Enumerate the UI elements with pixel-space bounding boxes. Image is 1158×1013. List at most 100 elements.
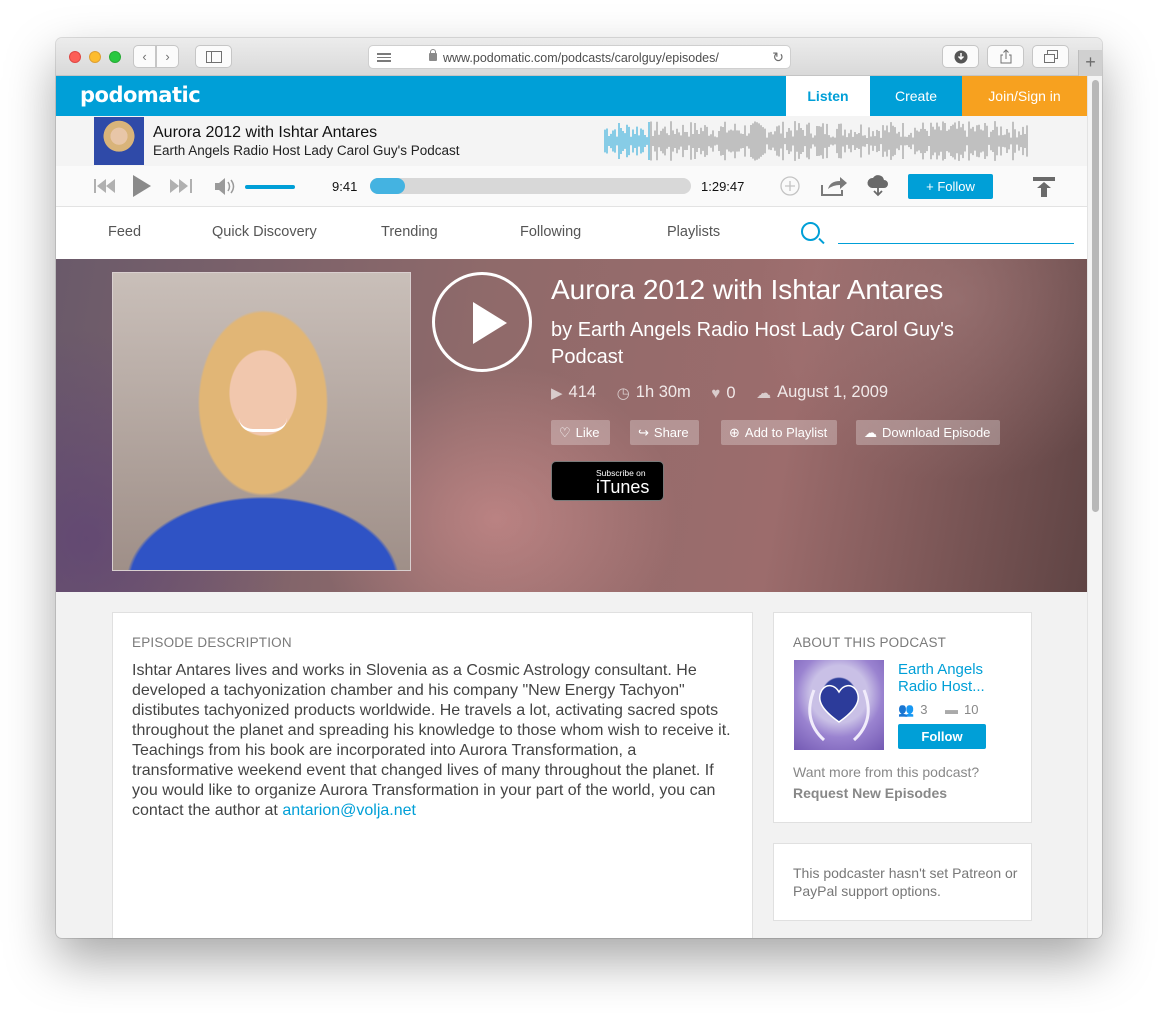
episode-byline: by Earth Angels Radio Host Lady Carol Gu…	[551, 317, 991, 371]
share-icon	[1000, 49, 1011, 64]
podcast-stats: 👥 3 ▬ 10	[898, 702, 979, 718]
nav-trending[interactable]: Trending	[381, 224, 438, 240]
follow-button[interactable]: + Follow	[908, 174, 993, 199]
nav-quick-discovery[interactable]: Quick Discovery	[212, 224, 317, 240]
now-playing-title[interactable]: Aurora 2012 with Ishtar Antares	[153, 124, 377, 142]
player-controls: 9:41 1:29:47 + Follow	[56, 166, 1087, 207]
play-count: 414	[568, 383, 597, 401]
lock-icon	[429, 49, 437, 61]
tab-create[interactable]: Create	[870, 76, 962, 116]
podcast-artwork[interactable]	[794, 660, 884, 750]
progress-fill	[370, 178, 405, 194]
episode-description-card: EPISODE DESCRIPTION Ishtar Antares lives…	[112, 612, 753, 938]
back-button[interactable]: ‹	[133, 45, 156, 68]
tabs-overview-button[interactable]	[1032, 45, 1069, 68]
nav-feed[interactable]: Feed	[108, 224, 141, 240]
about-heading: ABOUT THIS PODCAST	[793, 635, 947, 650]
like-count: 0	[726, 383, 736, 402]
secondary-nav: Feed Quick Discovery Trending Following …	[56, 207, 1087, 259]
cloud-icon: ☁	[756, 384, 772, 402]
tab-listen[interactable]: Listen	[786, 76, 870, 116]
join-signin-button[interactable]: Join/Sign in	[962, 76, 1087, 116]
about-podcast-card: ABOUT THIS PODCAST Earth Angels Radio Ho…	[773, 612, 1032, 823]
episode-hero: Aurora 2012 with Ishtar Antares by Earth…	[56, 259, 1087, 592]
podcast-link[interactable]: Earth Angels Radio Host Lady Carol Guy's…	[551, 319, 954, 368]
new-tab-button[interactable]: +	[1078, 50, 1102, 76]
podomatic-logo[interactable]: podomatic	[80, 83, 201, 107]
followers-icon: 👥	[898, 702, 915, 717]
reload-icon[interactable]: ↻	[772, 49, 784, 66]
share-episode-button[interactable]: ↪ Share	[630, 420, 699, 445]
volume-icon[interactable]	[214, 177, 236, 196]
downloads-button[interactable]	[942, 45, 979, 68]
add-to-playlist-button[interactable]: ⊕ Add to Playlist	[721, 420, 838, 445]
byline-prefix: by	[551, 319, 573, 341]
current-time: 9:41	[332, 179, 358, 194]
chevron-right-icon: ›	[165, 49, 170, 64]
download-icon	[954, 50, 967, 63]
episode-stats: ▶ 414 ◷ 1h 30m ♥ 0 ☁ August 1, 2009	[551, 383, 904, 403]
angel-heart-icon	[808, 684, 870, 742]
support-text: This podcaster hasn't set Patreon or Pay…	[793, 865, 1018, 899]
play-icon[interactable]	[132, 174, 152, 198]
description-text: Ishtar Antares lives and works in Sloven…	[132, 662, 731, 819]
podcast-follow-button[interactable]: Follow	[898, 724, 986, 749]
cloud-download-icon[interactable]	[866, 173, 890, 197]
episodes-count: 10	[964, 702, 979, 717]
share-icon[interactable]	[820, 175, 848, 197]
now-playing-thumbnail[interactable]	[94, 117, 144, 165]
address-bar[interactable]: www.podomatic.com/podcasts/carolguy/epis…	[368, 45, 791, 69]
skip-back-icon[interactable]	[94, 179, 116, 193]
request-episodes-link[interactable]: Request New Episodes	[793, 785, 947, 801]
progress-bar[interactable]	[370, 178, 691, 194]
skip-forward-icon[interactable]	[170, 179, 192, 193]
download-episode-button[interactable]: ☁ Download Episode	[856, 420, 1001, 445]
want-more-text: Want more from this podcast?	[793, 764, 980, 780]
publish-date: August 1, 2009	[777, 383, 889, 401]
url-text: www.podomatic.com/podcasts/carolguy/epis…	[443, 51, 719, 65]
chevron-left-icon: ‹	[142, 49, 147, 64]
browser-window: ‹ › www.podomatic.com/podcasts/carolguy/…	[56, 38, 1102, 938]
tabs-icon	[1043, 50, 1058, 63]
clock-icon: ◷	[616, 384, 630, 402]
zoom-window-button[interactable]	[109, 51, 121, 63]
forward-button[interactable]: ›	[156, 45, 179, 68]
reader-icon[interactable]	[377, 51, 391, 64]
site-header: podomatic Listen Create Join/Sign in	[56, 76, 1087, 116]
search-input[interactable]	[838, 224, 1074, 244]
play-episode-button[interactable]	[432, 272, 532, 372]
nav-playlists[interactable]: Playlists	[667, 224, 720, 240]
author-email-link[interactable]: antarion@volja.net	[282, 802, 416, 819]
heart-outline-icon: ♡	[559, 425, 571, 440]
total-time: 1:29:47	[701, 179, 745, 194]
support-card: This podcaster hasn't set Patreon or Pay…	[773, 843, 1032, 921]
add-circle-icon[interactable]	[780, 176, 800, 196]
sidebar-icon	[205, 50, 222, 63]
followers-count: 3	[920, 702, 928, 717]
cloud-download-icon: ☁	[864, 425, 877, 440]
browser-titlebar: ‹ › www.podomatic.com/podcasts/carolguy/…	[56, 38, 1102, 76]
close-window-button[interactable]	[69, 51, 81, 63]
episode-title: Aurora 2012 with Ishtar Antares	[551, 274, 944, 305]
plus-circle-icon: ⊕	[729, 425, 740, 440]
plays-icon: ▶	[551, 384, 563, 402]
minimize-window-button[interactable]	[89, 51, 101, 63]
sidebar-toggle-button[interactable]	[195, 45, 232, 68]
itunes-subscribe-badge[interactable]: Subscribe on iTunes	[551, 461, 664, 501]
itunes-big-text: iTunes	[596, 477, 650, 497]
podcast-title-link[interactable]: Earth Angels Radio Host...	[898, 661, 1020, 695]
episodes-icon: ▬	[945, 702, 959, 717]
volume-slider[interactable]	[245, 185, 295, 189]
nav-following[interactable]: Following	[520, 224, 581, 240]
like-button[interactable]: ♡ Like	[551, 420, 610, 445]
now-playing-podcast[interactable]: Earth Angels Radio Host Lady Carol Guy's…	[153, 143, 460, 158]
waveform[interactable]	[604, 119, 1028, 163]
now-playing-bar: Aurora 2012 with Ishtar Antares Earth An…	[56, 116, 1087, 166]
share-button[interactable]	[987, 45, 1024, 68]
collapse-player-icon[interactable]	[1033, 177, 1055, 197]
page-scrollbar[interactable]	[1087, 76, 1102, 938]
scrollbar-thumb[interactable]	[1092, 80, 1099, 512]
heart-icon: ♥	[711, 384, 721, 402]
episode-cover-image	[112, 272, 411, 571]
search-icon[interactable]	[801, 222, 820, 241]
